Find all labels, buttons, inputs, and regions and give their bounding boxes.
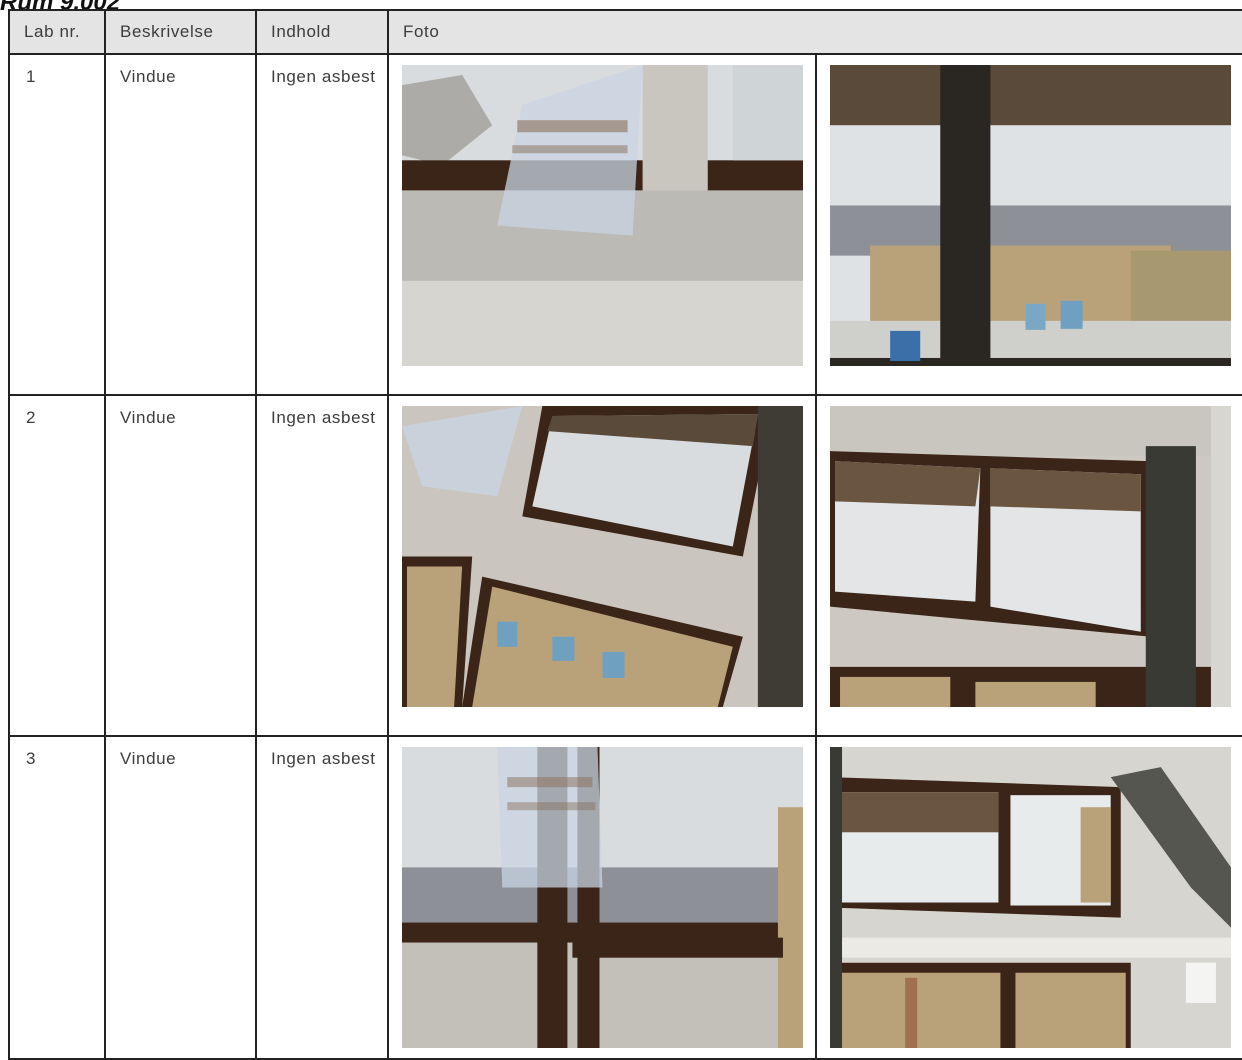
window-exterior-photo xyxy=(830,406,1231,707)
col-header-lab-nr: Lab nr. xyxy=(8,9,106,55)
photo-cell xyxy=(814,735,1242,1060)
window-sample-photo xyxy=(402,406,803,707)
photo-cell xyxy=(814,53,1242,396)
window-exterior-photo xyxy=(830,65,1231,366)
window-sample-photo xyxy=(402,65,803,366)
content-cell: Ingen asbest xyxy=(255,735,389,1060)
photo-cell xyxy=(387,53,817,396)
photo-cell xyxy=(814,394,1242,737)
content-cell: Ingen asbest xyxy=(255,394,389,737)
table-header-row: Lab nr. Beskrivelse Indhold Foto xyxy=(8,9,1242,55)
col-header-indhold: Indhold xyxy=(255,9,389,55)
table-row: 3 Vindue Ingen asbest xyxy=(8,735,1242,1060)
photo-cell xyxy=(387,394,817,737)
content-cell: Ingen asbest xyxy=(255,53,389,396)
window-sample-photo xyxy=(402,747,803,1048)
col-header-foto: Foto xyxy=(386,9,1242,55)
lab-nr-cell: 1 xyxy=(8,53,106,396)
description-cell: Vindue xyxy=(104,735,257,1060)
description-cell: Vindue xyxy=(104,53,257,396)
lab-nr-cell: 2 xyxy=(8,394,106,737)
sample-table: Lab nr. Beskrivelse Indhold Foto 1 Vindu… xyxy=(8,9,1242,1060)
description-cell: Vindue xyxy=(104,394,257,737)
window-exterior-photo xyxy=(830,747,1231,1048)
table-row: 1 Vindue Ingen asbest xyxy=(8,53,1242,396)
photo-cell xyxy=(387,735,817,1060)
col-header-beskrivelse: Beskrivelse xyxy=(104,9,257,55)
table-row: 2 Vindue Ingen asbest xyxy=(8,394,1242,737)
lab-nr-cell: 3 xyxy=(8,735,106,1060)
